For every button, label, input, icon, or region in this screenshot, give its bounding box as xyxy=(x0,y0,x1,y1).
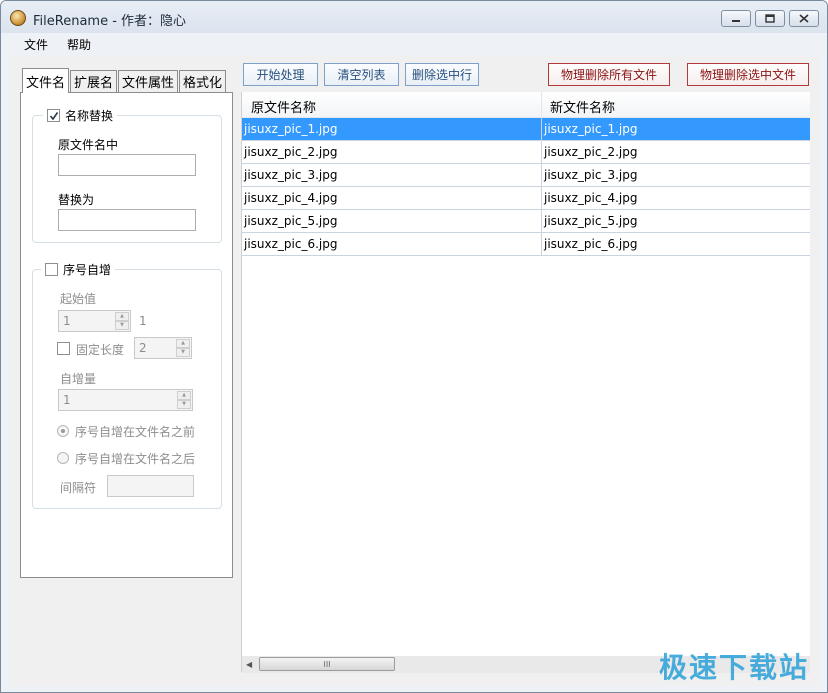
client-area: 文件名 扩展名 文件属性 格式化 名称替换 原文件名中 替换为 序号自增 起始值… xyxy=(10,56,820,686)
watermark-logo: 极速下载站 xyxy=(658,651,809,684)
increment-stepper[interactable]: 1 ▲ ▼ xyxy=(58,389,193,411)
find-input[interactable] xyxy=(58,154,196,176)
cell-divider xyxy=(541,210,542,233)
file-list[interactable]: 原文件名称 新文件名称 jisuxz_pic_1.jpg jisuxz_pic_1… xyxy=(241,92,810,673)
cell-divider xyxy=(541,141,542,164)
table-row[interactable]: jisuxz_pic_5.jpg jisuxz_pic_5.jpg xyxy=(242,210,810,233)
delete-selected-rows-button[interactable]: 删除选中行 xyxy=(405,63,479,86)
cell-new-name: jisuxz_pic_1.jpg xyxy=(544,122,638,136)
before-label: 序号自增在文件名之前 xyxy=(75,425,196,439)
sequence-label: 序号自增 xyxy=(63,263,112,277)
filename-tab-panel: 名称替换 原文件名中 替换为 序号自增 起始值 1 ▲ ▼ 1 固定长度 2 ▲… xyxy=(20,92,233,578)
start-value-stepper[interactable]: 1 ▲ ▼ xyxy=(58,310,131,332)
spin-up-icon[interactable]: ▲ xyxy=(177,391,191,400)
delete-selected-files-button[interactable]: 物理删除选中文件 xyxy=(687,63,809,86)
after-radio[interactable] xyxy=(57,452,69,464)
fixed-length-checkbox[interactable] xyxy=(57,342,70,355)
fixed-length-value: 2 xyxy=(139,341,147,355)
increment-label: 自增量 xyxy=(60,372,97,386)
cell-new-name: jisuxz_pic_4.jpg xyxy=(544,191,638,205)
table-row[interactable]: jisuxz_pic_4.jpg jisuxz_pic_4.jpg xyxy=(242,187,810,210)
before-radio[interactable] xyxy=(57,425,69,437)
name-replace-label: 名称替换 xyxy=(65,109,114,123)
start-process-button[interactable]: 开始处理 xyxy=(243,63,318,86)
cell-new-name: jisuxz_pic_2.jpg xyxy=(544,145,638,159)
clear-list-button[interactable]: 清空列表 xyxy=(324,63,399,86)
cell-divider xyxy=(541,164,542,187)
spin-down-icon[interactable]: ▼ xyxy=(115,321,129,330)
app-icon xyxy=(10,10,26,26)
cell-original-name: jisuxz_pic_5.jpg xyxy=(244,214,338,228)
increment-arrows[interactable]: ▲ ▼ xyxy=(177,391,191,409)
fixed-length-arrows[interactable]: ▲ ▼ xyxy=(176,339,190,357)
column-new-name[interactable]: 新文件名称 xyxy=(550,97,615,116)
menu-help[interactable]: 帮助 xyxy=(67,36,91,53)
separator-label: 间隔符 xyxy=(60,481,97,495)
name-replace-checkbox[interactable] xyxy=(47,109,60,122)
sequence-legend: 序号自增 xyxy=(41,261,116,278)
name-replace-group: 名称替换 原文件名中 替换为 xyxy=(32,107,222,243)
minimize-button[interactable] xyxy=(721,10,751,27)
start-value-preview: 1 xyxy=(139,314,147,328)
cell-original-name: jisuxz_pic_6.jpg xyxy=(244,237,338,251)
after-label: 序号自增在文件名之后 xyxy=(75,452,196,466)
cell-original-name: jisuxz_pic_3.jpg xyxy=(244,168,338,182)
close-icon xyxy=(799,14,809,23)
close-button[interactable] xyxy=(789,10,819,27)
menu-bar: 文件 帮助 xyxy=(1,33,827,55)
maximize-button[interactable] xyxy=(755,10,785,27)
cell-original-name: jisuxz_pic_1.jpg xyxy=(244,122,338,136)
table-row[interactable]: jisuxz_pic_1.jpg jisuxz_pic_1.jpg xyxy=(242,118,810,141)
start-value-label: 起始值 xyxy=(60,292,97,306)
cell-new-name: jisuxz_pic_5.jpg xyxy=(544,214,638,228)
tab-file-attributes[interactable]: 文件属性 xyxy=(118,70,178,92)
table-row[interactable]: jisuxz_pic_3.jpg jisuxz_pic_3.jpg xyxy=(242,164,810,187)
separator-input[interactable] xyxy=(107,475,194,497)
start-value: 1 xyxy=(63,314,71,328)
tab-format[interactable]: 格式化 xyxy=(179,70,226,92)
sequence-group: 序号自增 起始值 1 ▲ ▼ 1 固定长度 2 ▲ ▼ 自增量 1 ▲ ▼ 序号… xyxy=(32,261,222,509)
replace-label: 替换为 xyxy=(58,193,95,207)
window-title: FileRename - 作者：隐心 xyxy=(33,14,187,29)
cell-original-name: jisuxz_pic_4.jpg xyxy=(244,191,338,205)
column-divider[interactable] xyxy=(541,92,542,118)
tab-filename[interactable]: 文件名 xyxy=(22,68,69,93)
spin-up-icon[interactable]: ▲ xyxy=(176,339,190,348)
name-replace-legend: 名称替换 xyxy=(43,107,118,124)
minimize-icon xyxy=(732,19,740,22)
tab-extension[interactable]: 扩展名 xyxy=(70,70,117,92)
fixed-length-stepper[interactable]: 2 ▲ ▼ xyxy=(134,337,192,359)
cell-new-name: jisuxz_pic_3.jpg xyxy=(544,168,638,182)
column-original-name[interactable]: 原文件名称 xyxy=(251,97,316,116)
table-row[interactable]: jisuxz_pic_2.jpg jisuxz_pic_2.jpg xyxy=(242,141,810,164)
scroll-left-icon[interactable]: ◀ xyxy=(246,660,252,669)
spin-down-icon[interactable]: ▼ xyxy=(177,400,191,409)
cell-divider xyxy=(541,187,542,210)
cell-new-name: jisuxz_pic_6.jpg xyxy=(544,237,638,251)
replace-input[interactable] xyxy=(58,209,196,231)
scroll-thumb[interactable]: III xyxy=(259,657,395,671)
title-bar: FileRename - 作者：隐心 xyxy=(1,1,827,33)
maximize-icon xyxy=(765,14,775,23)
delete-all-files-button[interactable]: 物理删除所有文件 xyxy=(548,63,670,86)
menu-file[interactable]: 文件 xyxy=(24,36,48,53)
table-row[interactable]: jisuxz_pic_6.jpg jisuxz_pic_6.jpg xyxy=(242,233,810,256)
start-value-arrows[interactable]: ▲ ▼ xyxy=(115,312,129,330)
app-window: FileRename - 作者：隐心 文件 帮助 文件名 扩展名 文件属性 格式… xyxy=(0,0,828,693)
fixed-length-label: 固定长度 xyxy=(76,343,125,357)
spin-up-icon[interactable]: ▲ xyxy=(115,312,129,321)
list-header: 原文件名称 新文件名称 xyxy=(242,92,810,118)
cell-divider xyxy=(541,118,542,141)
checkmark-icon xyxy=(49,111,58,120)
cell-original-name: jisuxz_pic_2.jpg xyxy=(244,145,338,159)
find-label: 原文件名中 xyxy=(58,138,119,152)
increment-value: 1 xyxy=(63,393,71,407)
spin-down-icon[interactable]: ▼ xyxy=(176,348,190,357)
cell-divider xyxy=(541,233,542,256)
sequence-checkbox[interactable] xyxy=(45,263,58,276)
